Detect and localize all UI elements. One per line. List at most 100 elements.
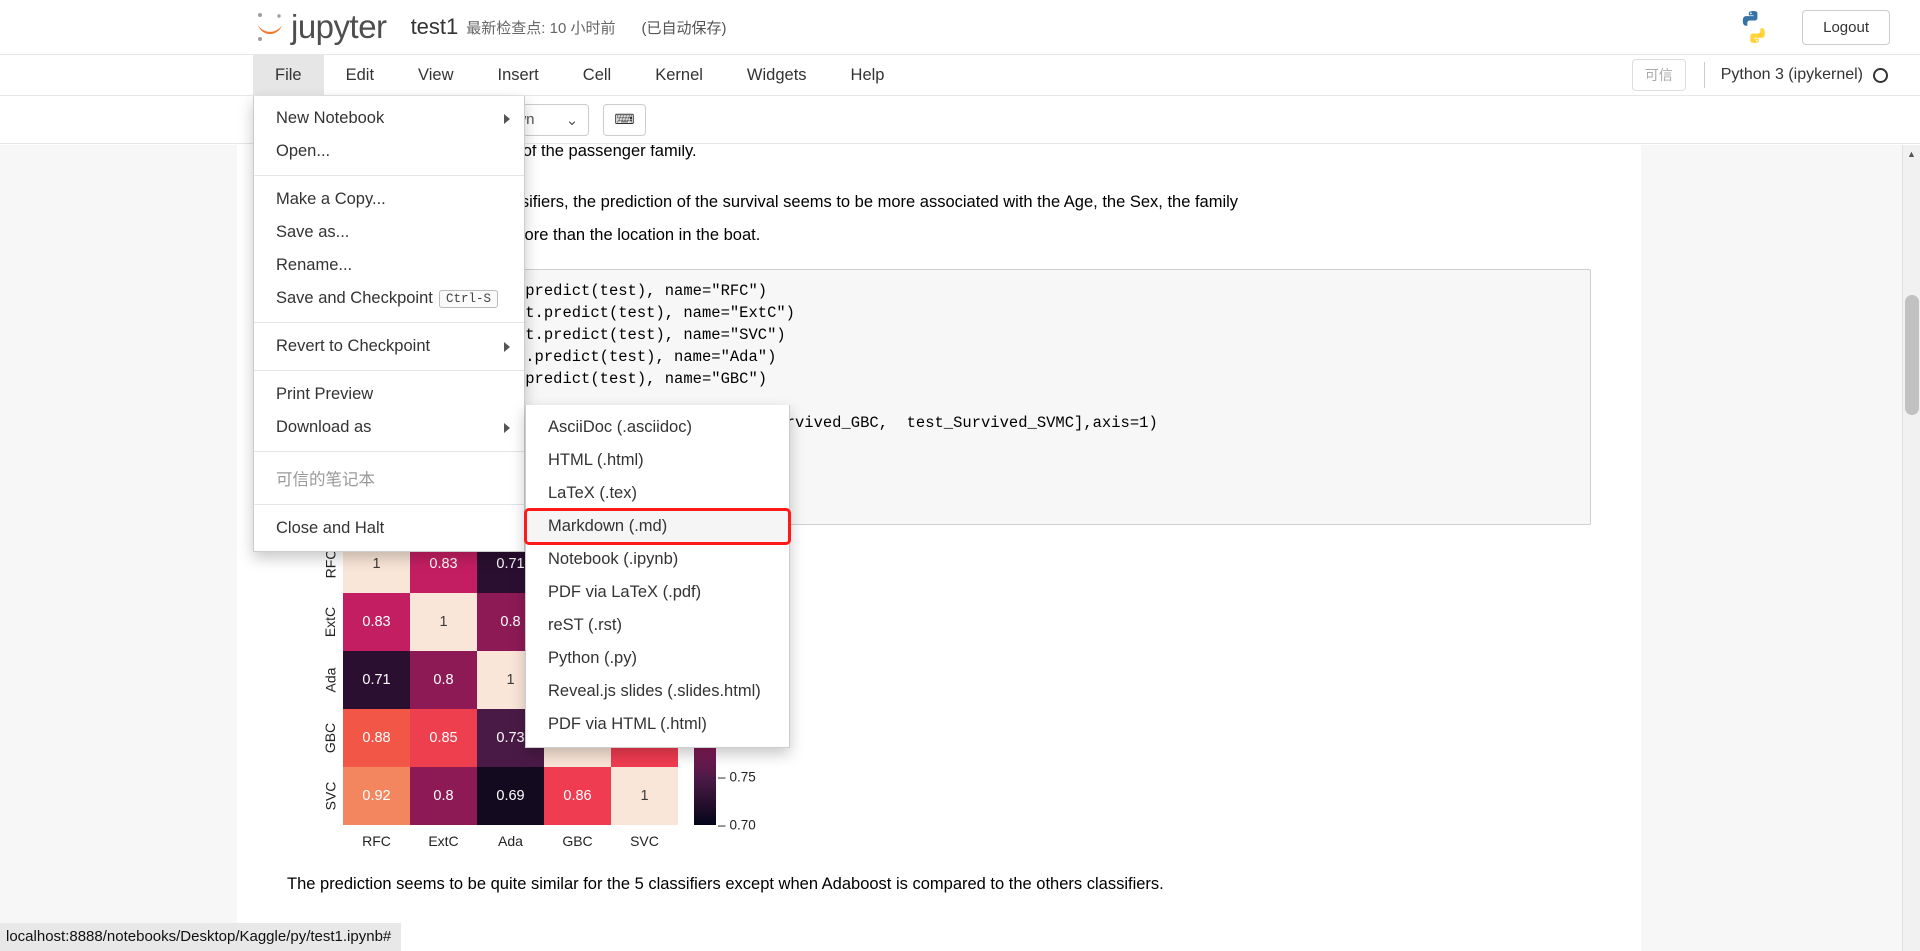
autosave-label: (已自动保存) — [641, 19, 727, 37]
heatmap-cell: 0.8 — [410, 651, 477, 710]
page-header: jupyter test1 最新检查点: 10 小时前 (已自动保存) Logo… — [0, 0, 1920, 55]
heatmap-cell: 0.71 — [343, 651, 410, 710]
heatmap-x-axis: RFC ExtC Ada GBC SVC — [343, 833, 678, 849]
download-html-label: HTML (.html) — [548, 451, 644, 469]
heatmap-cell: 0.69 — [477, 767, 544, 826]
command-palette-button[interactable]: ⌨ — [603, 103, 646, 136]
file-menu-revert-to-checkpoint[interactable]: Revert to Checkpoint — [254, 330, 524, 363]
heatmap-cell: 0.86 — [544, 767, 611, 826]
file-menu-separator-1 — [254, 175, 524, 176]
download-asciidoc[interactable]: AsciiDoc (.asciidoc) — [526, 411, 789, 444]
heatmap-ylabel-4: SVC — [317, 767, 343, 825]
file-menu-make-a-copy[interactable]: Make a Copy... — [254, 183, 524, 216]
save-shortcut-key: Ctrl-S — [438, 289, 498, 308]
menu-help[interactable]: Help — [829, 55, 907, 95]
trusted-badge[interactable]: 可信 — [1631, 59, 1686, 91]
heatmap-cell: 0.83 — [343, 593, 410, 652]
file-menu-open-label: Open... — [276, 142, 331, 160]
file-menu-rename[interactable]: Rename... — [254, 249, 524, 282]
download-notebook[interactable]: Notebook (.ipynb) — [526, 543, 789, 576]
download-python[interactable]: Python (.py) — [526, 642, 789, 675]
heatmap-xlabel-2: Ada — [498, 833, 523, 850]
menu-file[interactable]: File — [253, 55, 324, 95]
menu-insert[interactable]: Insert — [476, 55, 561, 95]
file-menu-open[interactable]: Open... — [254, 135, 524, 168]
menubar-divider — [1703, 62, 1705, 88]
download-html[interactable]: HTML (.html) — [526, 444, 789, 477]
checkpoint-label: 最新检查点: 10 小时前 — [466, 19, 616, 37]
heatmap-ylabel-text-4: SVC — [322, 781, 339, 811]
heatmap-ylabel-text-3: GBC — [322, 723, 338, 754]
download-reveal-slides-label: Reveal.js slides (.slides.html) — [548, 682, 761, 700]
file-menu-download-as-label: Download as — [276, 418, 372, 436]
file-menu-make-a-copy-label: Make a Copy... — [276, 190, 386, 208]
heatmap-cell: 1 — [410, 593, 477, 652]
heatmap-output: RFC ExtC Ada GBC SVC 10.830.710.880.920.… — [287, 528, 1591, 850]
download-pdf-html-label: PDF via HTML (.html) — [548, 715, 707, 733]
kernel-idle-icon[interactable] — [1873, 67, 1888, 83]
scroll-up-icon[interactable]: ▲ — [1903, 145, 1920, 163]
file-menu-close-and-halt-label: Close and Halt — [276, 519, 385, 537]
colorbar-tick-label: 0.75 — [718, 769, 756, 784]
heatmap-cell: 1 — [611, 767, 678, 826]
scrollbar-thumb[interactable] — [1905, 295, 1919, 415]
menu-edit[interactable]: Edit — [324, 55, 396, 95]
heatmap-xlabel-1: ExtC — [428, 833, 459, 850]
download-reveal-slides[interactable]: Reveal.js slides (.slides.html) — [526, 675, 789, 708]
file-menu-separator-3 — [254, 370, 524, 371]
header-right-group: Logout — [1734, 7, 1890, 47]
file-menu-trust-notebook: 可信的笔记本 — [254, 459, 524, 497]
markdown-cell-2[interactable]: The prediction seems to be quite similar… — [287, 875, 1591, 894]
file-menu-rename-label: Rename... — [276, 256, 353, 274]
keyboard-icon: ⌨ — [614, 111, 635, 127]
download-python-label: Python (.py) — [548, 649, 637, 667]
heatmap-cell: 0.8 — [410, 767, 477, 826]
menu-cell[interactable]: Cell — [561, 55, 633, 95]
file-menu-trust-notebook-label: 可信的笔记本 — [276, 471, 375, 489]
jupyter-wordmark: jupyter — [291, 8, 387, 45]
heatmap-cell: 0.92 — [343, 767, 410, 826]
heatmap-y-axis: RFC ExtC Ada GBC SVC — [317, 535, 343, 825]
download-latex[interactable]: LaTeX (.tex) — [526, 477, 789, 510]
menubar: File Edit View Insert Cell Kernel Widget… — [0, 55, 1920, 96]
heatmap-ylabel-text-1: ExtC — [322, 607, 338, 638]
heatmap-ylabel-3: GBC — [317, 709, 343, 767]
file-menu-print-preview-label: Print Preview — [276, 385, 374, 403]
file-menu-download-as[interactable]: Download as — [254, 411, 524, 444]
file-menu-new-notebook-label: New Notebook — [276, 109, 385, 127]
jupyter-logo[interactable]: jupyter — [253, 8, 387, 46]
heatmap-figure: RFC ExtC Ada GBC SVC 10.830.710.880.920.… — [317, 528, 1591, 850]
chevron-down-icon: ⌄ — [565, 111, 579, 129]
menu-widgets[interactable]: Widgets — [725, 55, 829, 95]
vertical-scrollbar[interactable]: ▲ — [1902, 145, 1920, 951]
download-notebook-label: Notebook (.ipynb) — [548, 550, 679, 568]
heatmap-xlabel-3: GBC — [562, 833, 593, 850]
file-menu-save-and-checkpoint[interactable]: Save and Checkpoint Ctrl-S — [254, 282, 524, 315]
file-menu-save-as[interactable]: Save as... — [254, 216, 524, 249]
colorbar-tick-label: 0.70 — [718, 818, 756, 833]
file-menu-close-and-halt[interactable]: Close and Halt — [254, 512, 524, 545]
heatmap-ylabel-2: Ada — [317, 651, 343, 709]
heatmap-ylabel-1: ExtC — [317, 593, 343, 651]
file-menu-separator-5 — [254, 504, 524, 505]
download-rest[interactable]: reST (.rst) — [526, 609, 789, 642]
heatmap-ylabel-text-0: RFC — [322, 549, 338, 579]
menu-view[interactable]: View — [396, 55, 475, 95]
download-latex-label: LaTeX (.tex) — [548, 484, 637, 502]
download-pdf-html[interactable]: PDF via HTML (.html) — [526, 708, 789, 741]
notebook-title[interactable]: test1 — [411, 14, 459, 40]
file-menu-new-notebook[interactable]: New Notebook — [254, 102, 524, 135]
download-pdf-latex-label: PDF via LaTeX (.pdf) — [548, 583, 702, 601]
menu-kernel[interactable]: Kernel — [633, 55, 725, 95]
heatmap-xlabel-0: RFC — [362, 833, 391, 850]
file-menu-revert-label: Revert to Checkpoint — [276, 337, 431, 355]
file-menu-dropdown: New Notebook Open... Make a Copy... Save… — [253, 96, 525, 552]
file-menu-print-preview[interactable]: Print Preview — [254, 378, 524, 411]
download-pdf-latex[interactable]: PDF via LaTeX (.pdf) — [526, 576, 789, 609]
download-markdown[interactable]: Markdown (.md) — [524, 508, 791, 545]
download-as-submenu: AsciiDoc (.asciidoc) HTML (.html) LaTeX … — [524, 405, 791, 748]
file-menu-separator-2 — [254, 322, 524, 323]
chevron-right-icon — [504, 422, 510, 433]
logout-button[interactable]: Logout — [1802, 9, 1890, 45]
python-logo-icon — [1734, 7, 1774, 47]
